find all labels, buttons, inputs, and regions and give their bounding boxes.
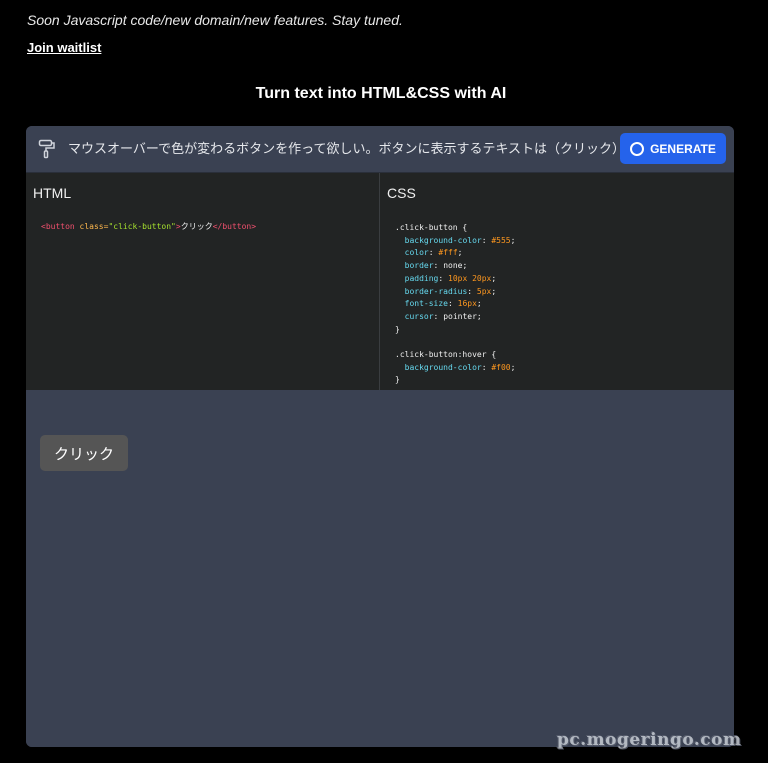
css-declaration: padding: 10px 20px; — [404, 273, 497, 283]
html-panel-title: HTML — [33, 185, 72, 201]
css-declaration: border: none; — [404, 261, 468, 271]
css-selector: .click-button { — [395, 223, 468, 232]
code-tag: </button> — [212, 222, 257, 231]
code-text: クリック — [180, 222, 213, 231]
page: Soon Javascript code/new domain/new feat… — [0, 0, 768, 763]
css-property: border — [404, 261, 434, 271]
css-property: color — [404, 248, 429, 258]
prompt-input[interactable] — [68, 140, 628, 155]
preview-click-button[interactable]: クリック — [40, 435, 128, 471]
css-panel-title: CSS — [387, 185, 416, 201]
css-declaration: border-radius: 5px; — [404, 286, 497, 296]
spinner-icon — [630, 141, 645, 156]
css-brace: } — [395, 324, 400, 334]
generate-button[interactable]: GENERATE — [620, 133, 726, 164]
css-value: pointer — [443, 311, 477, 321]
css-value: 10px 20px — [448, 273, 492, 283]
announcement-text: Soon Javascript code/new domain/new feat… — [27, 12, 403, 28]
css-value: #555 — [491, 235, 511, 245]
css-code-block[interactable]: .click-button { background-color: #555; … — [395, 222, 515, 387]
css-declaration: background-color: #f00; — [404, 362, 516, 372]
css-declaration: font-size: 16px; — [404, 299, 482, 309]
css-selector: .click-button:hover { — [395, 350, 497, 360]
watermark-text: pc.mogeringo.com — [557, 730, 742, 750]
code-string: "click-button" — [108, 222, 176, 231]
prompt-bar: GENERATE — [26, 126, 734, 173]
page-title: Turn text into HTML&CSS with AI — [255, 85, 507, 102]
css-property: background-color — [404, 362, 482, 372]
css-value: #f00 — [491, 362, 511, 372]
css-declaration: cursor: pointer; — [404, 311, 482, 321]
join-waitlist-link[interactable]: Join waitlist — [27, 40, 101, 55]
css-brace: } — [395, 375, 400, 385]
code-attr: class= — [74, 222, 109, 231]
code-output: HTML <button class="click-button">クリック</… — [26, 173, 734, 390]
css-value: #fff — [438, 248, 458, 258]
css-value: 5px — [476, 286, 492, 296]
generator-app: GENERATE HTML <button class="click-butto… — [26, 126, 734, 747]
css-property: border-radius — [404, 286, 468, 296]
css-property: font-size — [404, 299, 448, 309]
css-property: padding — [404, 273, 439, 283]
paint-roller-icon — [38, 139, 55, 159]
css-rule1-declarations: background-color: #555; color: #fff; bor… — [395, 235, 516, 321]
css-value: 16px — [457, 299, 477, 309]
css-property: cursor — [404, 311, 434, 321]
css-declaration: color: #fff; — [404, 248, 463, 258]
css-rule2-declarations: background-color: #f00; — [395, 362, 516, 372]
preview-area: クリック — [26, 390, 734, 747]
generate-button-label: GENERATE — [650, 141, 716, 156]
html-panel: HTML <button class="click-button">クリック</… — [26, 173, 380, 390]
css-panel: CSS .click-button { background-color: #5… — [380, 173, 734, 390]
css-declaration: background-color: #555; — [404, 235, 516, 245]
css-property: background-color — [404, 235, 482, 245]
html-code-block[interactable]: <button class="click-button">クリック</butto… — [41, 221, 256, 234]
code-tag: <button — [41, 222, 75, 231]
css-value: none — [443, 261, 463, 271]
